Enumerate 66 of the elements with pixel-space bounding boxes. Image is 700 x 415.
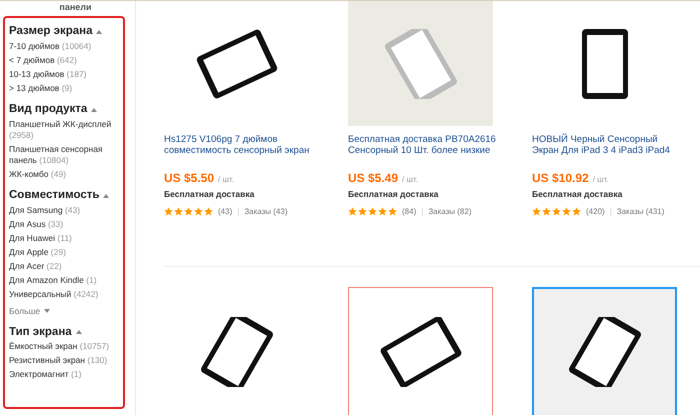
filter-option[interactable]: ЖК-комбо (49) — [9, 168, 119, 180]
filter-option[interactable]: Электромагнит (1) — [9, 369, 119, 380]
star-icon — [552, 207, 561, 216]
caret-up-icon — [76, 330, 82, 334]
filter-option[interactable]: 10-13 дюймов (187) — [9, 68, 119, 80]
star-icon — [184, 207, 193, 216]
filter-option[interactable]: Для Huawei (11) — [9, 232, 119, 244]
filter-heading[interactable]: Совместимость — [9, 188, 110, 203]
caret-up-icon — [91, 108, 98, 112]
filter-option[interactable]: Для Apple (29) — [9, 246, 119, 258]
separator: | — [237, 206, 240, 218]
filter-heading[interactable]: Вид продукта — [9, 102, 98, 117]
shipping-label: Бесплатная доставка — [164, 188, 256, 201]
star-icon — [348, 207, 357, 216]
star-icon — [542, 207, 551, 216]
caret-up-icon — [96, 30, 102, 34]
product-price: US $5.50 — [164, 170, 214, 187]
shipping-label: Бесплатная доставка — [348, 188, 440, 201]
filter-option[interactable]: Планшетная сенсорная панель (10804) — [9, 144, 119, 166]
filter-option[interactable]: Универсальный (4242) — [9, 288, 119, 300]
filter-option[interactable]: Для Asus (33) — [9, 218, 119, 230]
price-unit: / шт. — [218, 174, 234, 186]
star-icon — [164, 207, 173, 216]
star-icon — [204, 207, 213, 216]
star-icon — [174, 207, 183, 216]
order-count[interactable]: Заказы (82) — [428, 206, 472, 218]
separator: | — [610, 206, 612, 218]
star-icon — [194, 207, 203, 216]
filter-option[interactable]: Резистивный экран (130) — [9, 355, 119, 366]
filter-option[interactable]: 7-10 дюймов (10064) — [9, 40, 119, 52]
filter-option[interactable]: Для Acer (22) — [9, 260, 119, 272]
order-count[interactable]: Заказы (431) — [616, 206, 664, 218]
product-title[interactable]: Бесплатная доставка PB70A2616 Сенсорный 10 Шт. более низкие — [348, 134, 496, 166]
star-icon — [562, 207, 571, 216]
star-icon — [358, 207, 367, 216]
product-price: US $5.49 — [348, 170, 398, 187]
product-title[interactable]: НОВЫЙ Черный Сенсорный Экран Для iPad 3 4 iPad3 iPad4 — [532, 134, 680, 166]
price-unit: / шт. — [402, 174, 418, 186]
review-count[interactable]: (43) — [218, 206, 232, 218]
filter-heading[interactable]: Размер экрана — [9, 24, 102, 39]
star-icon — [532, 207, 541, 216]
review-count[interactable]: (420) — [586, 206, 605, 218]
star-icon — [378, 207, 387, 216]
product-photo[interactable] — [348, 286, 493, 415]
filter-option[interactable]: Планшетный ЖК-дисплей (2958) — [9, 118, 119, 140]
price-unit: / шт. — [592, 174, 609, 186]
star-icon — [572, 207, 581, 216]
filter-option[interactable]: Ёмкостный экран (10757) — [9, 341, 119, 352]
filter-option[interactable]: Для Samsung (43) — [9, 204, 119, 216]
separator: | — [421, 206, 424, 218]
filter-option[interactable]: Для Amazon Kindle (1) — [9, 274, 119, 286]
product-title[interactable]: Hs1275 V106pg 7 дюймов совместимость сенсорный экран — [164, 134, 312, 166]
caret-up-icon — [103, 194, 110, 198]
more-link[interactable]: Больше — [9, 305, 50, 318]
order-count[interactable]: Заказы (43) — [244, 206, 288, 218]
product-price: US $10.92 — [532, 170, 589, 187]
sidebar-label: панели — [59, 2, 92, 12]
star-icon — [388, 207, 397, 216]
caret-down-icon — [44, 309, 50, 314]
product-photo[interactable] — [532, 286, 677, 415]
star-icon — [368, 207, 377, 216]
review-count[interactable]: (84) — [402, 206, 416, 218]
filter-option[interactable]: < 7 дюймов (642) — [9, 54, 119, 66]
filter-heading[interactable]: Тип экрана — [9, 324, 82, 340]
filter-option[interactable]: > 13 дюймов (9) — [9, 82, 119, 94]
shipping-label: Бесплатная доставка — [532, 188, 624, 201]
